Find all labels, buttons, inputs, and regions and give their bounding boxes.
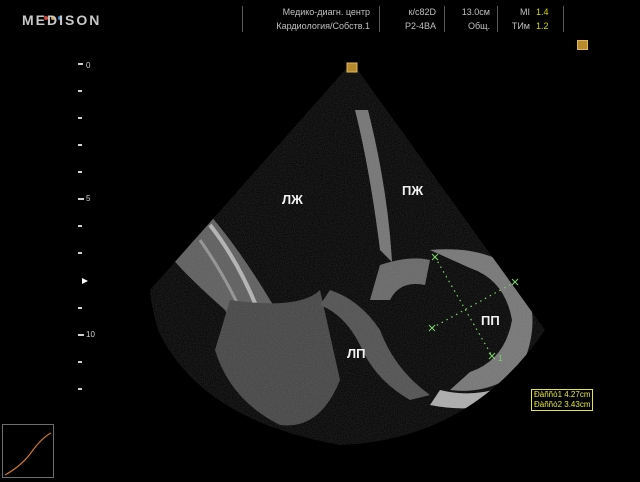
tissue-layer	[150, 62, 545, 445]
measurement-2: Ðàññò2 3.43cm	[534, 400, 591, 409]
depth-tick	[78, 90, 82, 92]
depth-scale	[78, 63, 88, 390]
chamber-label-lv: ЛЖ	[282, 192, 303, 207]
depth-tick	[78, 225, 82, 227]
depth-tick	[78, 144, 82, 146]
chamber-label-la: ЛП	[347, 346, 366, 361]
probe-orientation-icon	[346, 62, 358, 73]
chamber-label-ra: ПП	[481, 313, 500, 328]
caliper-end-label: 1	[498, 354, 503, 363]
depth-tick	[78, 361, 82, 363]
depth-tick	[78, 388, 82, 390]
depth-tick	[78, 198, 84, 200]
depth-tick	[78, 117, 82, 119]
measurement-1: Ðàññò1 4.27cm	[534, 390, 591, 399]
depth-label-5: 5	[86, 194, 91, 203]
depth-tick	[78, 307, 82, 309]
depth-tick	[78, 171, 82, 173]
depth-label-0: 0	[86, 61, 91, 70]
measurement-box: Ðàññò1 4.27cm Ðàññò2 3.43cm	[531, 389, 594, 411]
focus-marker-icon	[82, 278, 88, 284]
gray-curve-box	[2, 424, 54, 478]
depth-tick	[78, 63, 83, 65]
depth-tick	[78, 334, 84, 336]
depth-tick	[78, 252, 82, 254]
chamber-label-rv: ПЖ	[402, 183, 424, 198]
depth-label-10: 10	[86, 330, 95, 339]
gray-curve-icon	[4, 432, 52, 476]
